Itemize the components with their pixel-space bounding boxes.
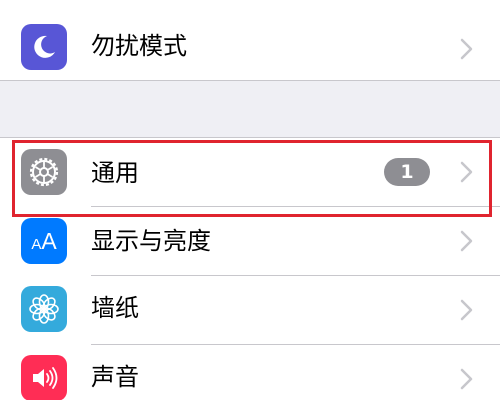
settings-row-label: 墙纸 xyxy=(91,294,139,322)
settings-row-sounds[interactable]: 声音 xyxy=(0,345,500,400)
chevron-right-icon xyxy=(460,161,473,183)
settings-group-top: 勿扰模式 xyxy=(0,0,500,81)
settings-row-label: 显示与亮度 xyxy=(91,227,211,255)
chevron-right-icon xyxy=(460,368,473,390)
notification-badge: 1 xyxy=(384,158,430,186)
settings-row-do-not-disturb[interactable]: 勿扰模式 xyxy=(0,13,500,81)
chevron-right-icon xyxy=(460,38,473,60)
gear-icon xyxy=(21,149,67,195)
icon-glyph-small: A xyxy=(31,235,42,253)
chevron-right-icon xyxy=(460,299,473,321)
icon-glyph-large: A xyxy=(41,227,57,254)
settings-row-label: 声音 xyxy=(91,363,139,391)
settings-group-main: 通用 1 AA 显示与亮度 墙纸 声音 xyxy=(0,137,500,400)
settings-row-wallpaper[interactable]: 墙纸 xyxy=(0,276,500,344)
settings-row-label: 勿扰模式 xyxy=(91,32,187,60)
speaker-icon xyxy=(21,355,67,400)
settings-screen: 勿扰模式 通用 1 AA 显示与亮度 墙纸 声音 xyxy=(0,0,500,400)
settings-row-label: 通用 xyxy=(91,159,139,187)
moon-icon xyxy=(21,24,67,70)
settings-row-general[interactable]: 通用 1 xyxy=(0,138,500,206)
text-size-icon: AA xyxy=(21,218,67,264)
flower-icon xyxy=(21,286,67,332)
settings-row-display-brightness[interactable]: AA 显示与亮度 xyxy=(0,207,500,275)
chevron-right-icon xyxy=(460,230,473,252)
